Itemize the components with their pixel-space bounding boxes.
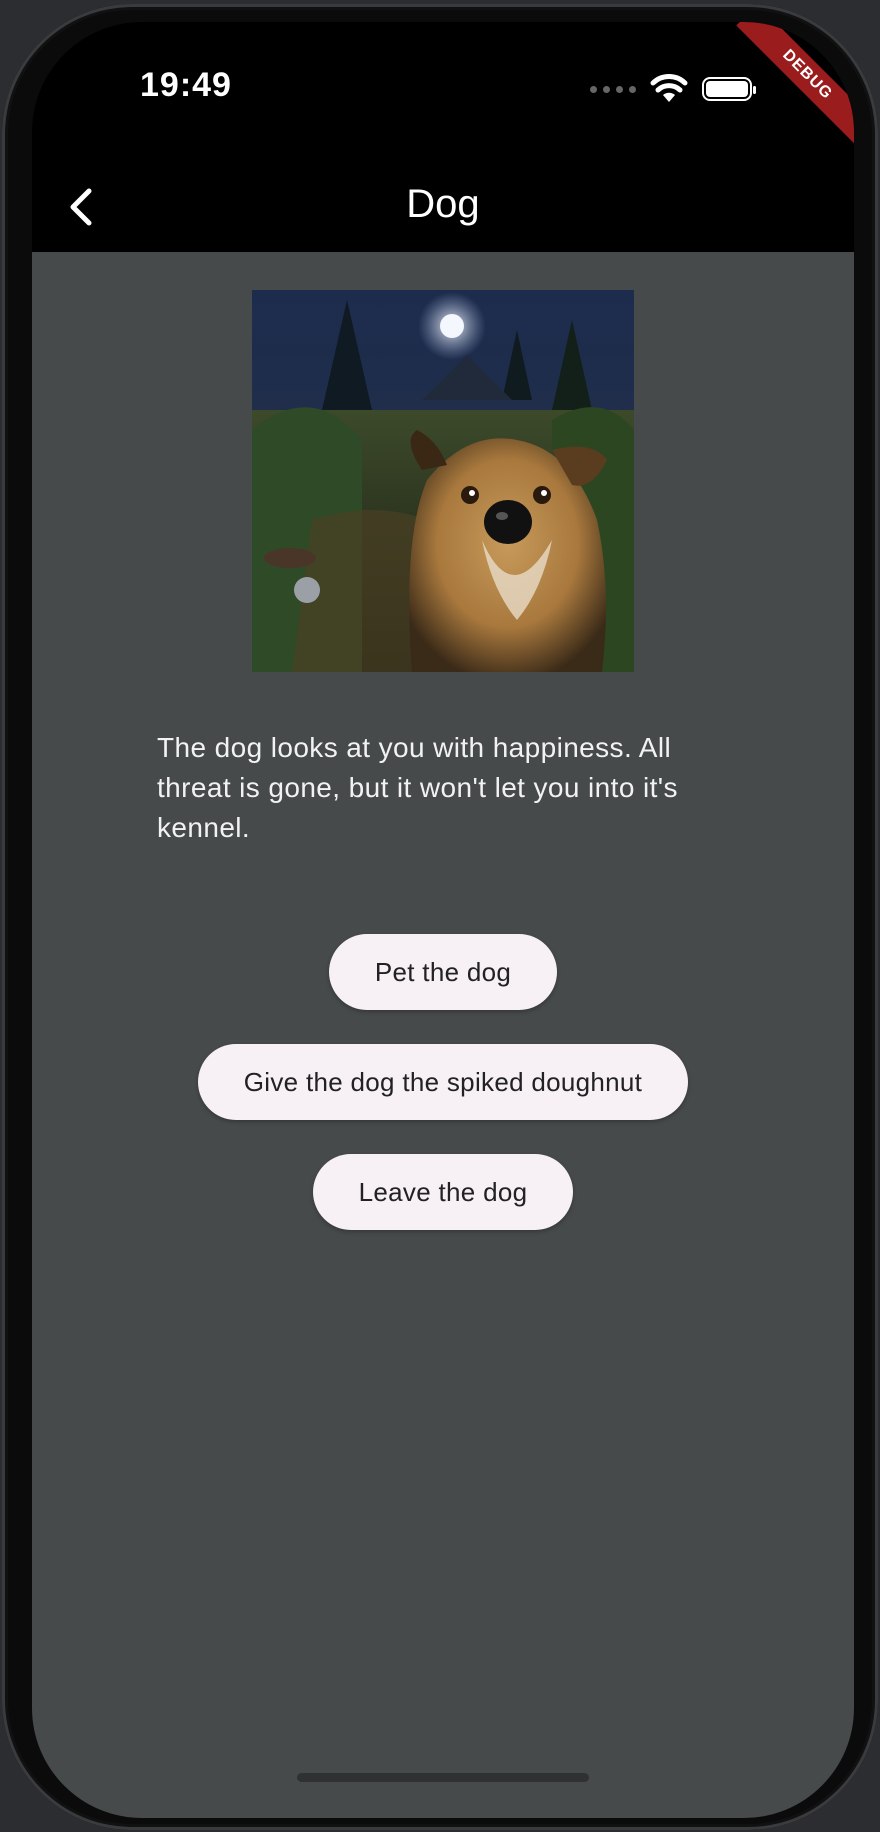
scene-description: The dog looks at you with happiness. All… bbox=[157, 732, 678, 843]
choice-button-give-doughnut[interactable]: Give the dog the spiked doughnut bbox=[197, 1044, 689, 1120]
scene-content: The dog looks at you with happiness. All… bbox=[32, 252, 854, 1818]
phone-screen: 19:49 DEBUG Dog The dog looks at you wit… bbox=[32, 22, 854, 1818]
status-bar: 19:49 bbox=[32, 22, 854, 162]
dog-in-moonlit-garden-illustration bbox=[252, 290, 634, 672]
battery-fill bbox=[706, 81, 748, 97]
wifi-icon bbox=[650, 74, 688, 102]
dog-scene-image bbox=[252, 290, 634, 672]
app-bar: Dog bbox=[32, 162, 854, 252]
status-time: 19:49 bbox=[140, 66, 232, 104]
choice-button-leave[interactable]: Leave the dog bbox=[312, 1154, 574, 1230]
home-indicator[interactable] bbox=[297, 1773, 589, 1782]
battery-icon bbox=[702, 77, 756, 101]
choice-list: Pet the dog Give the dog the spiked doug… bbox=[32, 934, 854, 1230]
cellular-dots-icon bbox=[590, 85, 636, 93]
phone-frame: 19:49 DEBUG Dog The dog looks at you wit… bbox=[2, 4, 878, 1830]
page-title: Dog bbox=[406, 182, 480, 226]
status-icons bbox=[590, 74, 756, 104]
choice-button-pet[interactable]: Pet the dog bbox=[328, 934, 558, 1010]
device-background: 19:49 DEBUG Dog The dog looks at you wit… bbox=[0, 0, 880, 1832]
